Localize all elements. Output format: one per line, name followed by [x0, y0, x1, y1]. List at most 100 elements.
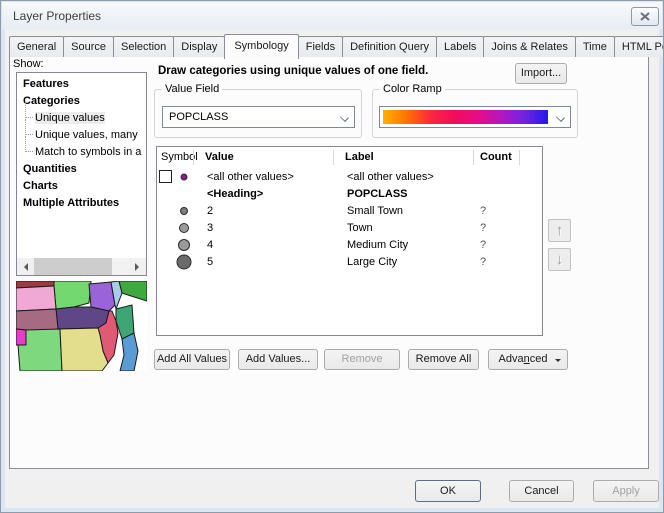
label-cell[interactable]: Medium City: [334, 239, 474, 251]
tree-item-categories[interactable]: Categories: [17, 93, 146, 110]
column-header-count[interactable]: Count: [474, 147, 520, 168]
map-state-shape: [119, 281, 147, 301]
tree-item-multiple-attributes[interactable]: Multiple Attributes: [17, 195, 146, 212]
symbol-cell[interactable]: [157, 219, 194, 236]
table-header-row: Symbol Value Label Count: [157, 147, 542, 168]
tab-symbology[interactable]: Symbology: [224, 34, 298, 59]
scrollbar-thumb[interactable]: [34, 258, 112, 275]
color-ramp-label: Color Ramp: [380, 83, 445, 95]
value-cell[interactable]: 5: [194, 256, 334, 268]
tab-display[interactable]: Display: [173, 36, 225, 57]
titlebar[interactable]: Layer Properties: [2, 2, 662, 29]
point-symbol-swatch[interactable]: [181, 173, 188, 180]
tree-item-features[interactable]: Features: [17, 76, 146, 93]
tree-item-unique-values[interactable]: Unique values: [17, 110, 146, 127]
scroll-left-button[interactable]: [17, 258, 34, 275]
tab-general[interactable]: General: [9, 36, 64, 57]
value-field-label: Value Field: [162, 83, 222, 95]
label-cell[interactable]: Large City: [334, 256, 474, 268]
label-cell[interactable]: Town: [334, 222, 474, 234]
symbol-cell[interactable]: [157, 202, 194, 219]
point-symbol-swatch[interactable]: [178, 239, 190, 251]
value-cell[interactable]: 3: [194, 222, 334, 234]
tab-time[interactable]: Time: [575, 36, 615, 57]
tree-item-match-symbols[interactable]: Match to symbols in a: [17, 144, 146, 161]
all-other-values-checkbox[interactable]: [159, 170, 172, 183]
scroll-left-icon: [20, 263, 28, 271]
value-cell[interactable]: <all other values>: [194, 171, 334, 183]
method-description: Draw categories using unique values of o…: [158, 65, 508, 77]
add-values-button[interactable]: Add Values...: [238, 349, 318, 370]
cancel-button[interactable]: Cancel: [509, 480, 574, 502]
point-symbol-swatch[interactable]: [177, 254, 192, 269]
tree-connector: [25, 102, 33, 118]
map-state-shape: [16, 329, 26, 345]
point-symbol-swatch[interactable]: [180, 207, 188, 215]
value-field-group: Value Field POPCLASS: [154, 89, 362, 138]
symbol-cell[interactable]: [157, 253, 194, 270]
scroll-right-button[interactable]: [129, 258, 146, 275]
map-state-shape: [54, 281, 91, 309]
tab-fields[interactable]: Fields: [298, 36, 343, 57]
column-header-value[interactable]: Value: [194, 147, 334, 168]
value-cell[interactable]: <Heading>: [194, 188, 334, 200]
count-cell: ?: [474, 256, 520, 268]
value-field-dropdown[interactable]: POPCLASS: [162, 106, 355, 128]
chevron-down-icon: [340, 113, 349, 122]
arrow-up-icon: ↑: [556, 222, 564, 239]
map-state-shape: [16, 309, 58, 331]
tab-definition-query[interactable]: Definition Query: [342, 36, 437, 57]
column-header-label[interactable]: Label: [334, 147, 474, 168]
scrollbar-track[interactable]: [34, 258, 129, 275]
table-row[interactable]: 4 Medium City ?: [157, 236, 542, 253]
table-row-heading[interactable]: <Heading> POPCLASS: [157, 185, 542, 202]
count-cell: ?: [474, 222, 520, 234]
move-down-button[interactable]: ↓: [548, 248, 571, 271]
window-title: Layer Properties: [13, 9, 101, 23]
symbol-cell[interactable]: [157, 236, 194, 253]
table-row[interactable]: 5 Large City ?: [157, 253, 542, 270]
value-cell[interactable]: 2: [194, 205, 334, 217]
show-label: Show:: [13, 58, 44, 70]
apply-button[interactable]: Apply: [593, 480, 659, 502]
label-cell[interactable]: POPCLASS: [334, 188, 474, 200]
scroll-right-icon: [135, 263, 143, 271]
add-all-values-button[interactable]: Add All Values: [154, 349, 230, 370]
tree-item-charts[interactable]: Charts: [17, 178, 146, 195]
close-button[interactable]: [631, 7, 659, 26]
table-row[interactable]: 3 Town ?: [157, 219, 542, 236]
tab-selection[interactable]: Selection: [113, 36, 174, 57]
table-row[interactable]: 2 Small Town ?: [157, 202, 542, 219]
ok-button[interactable]: OK: [415, 480, 481, 502]
move-up-button[interactable]: ↑: [548, 219, 571, 242]
point-symbol-swatch[interactable]: [179, 223, 189, 233]
tab-html-popup[interactable]: HTML Popup: [614, 36, 664, 57]
close-icon: [640, 12, 650, 21]
tab-joins-relates[interactable]: Joins & Relates: [483, 36, 575, 57]
label-cell[interactable]: <all other values>: [334, 171, 474, 183]
symbol-cell[interactable]: [157, 168, 194, 185]
tab-labels[interactable]: Labels: [436, 36, 484, 57]
label-cell[interactable]: Small Town: [334, 205, 474, 217]
advanced-button[interactable]: Advanced: [488, 349, 568, 370]
symbol-cell: [157, 185, 194, 202]
import-button[interactable]: Import...: [515, 63, 567, 84]
column-header-symbol[interactable]: Symbol: [157, 147, 194, 168]
value-field-selected: POPCLASS: [169, 111, 228, 123]
remove-all-button[interactable]: Remove All: [408, 349, 479, 370]
chevron-down-icon: [556, 113, 565, 122]
tab-source[interactable]: Source: [63, 36, 114, 57]
map-preview: [16, 281, 147, 371]
value-cell[interactable]: 4: [194, 239, 334, 251]
table-row[interactable]: <all other values> <all other values>: [157, 168, 542, 185]
count-cell: ?: [474, 239, 520, 251]
count-cell: ?: [474, 205, 520, 217]
map-state-shape: [89, 282, 115, 311]
remove-button[interactable]: Remove: [324, 349, 400, 370]
tree-connector: [25, 136, 33, 152]
tree-horizontal-scrollbar[interactable]: [17, 258, 146, 275]
color-ramp-dropdown[interactable]: [379, 106, 571, 128]
tree-item-unique-values-many[interactable]: Unique values, many: [17, 127, 146, 144]
tree-item-quantities[interactable]: Quantities: [17, 161, 146, 178]
arrow-down-icon: ↓: [556, 251, 564, 268]
